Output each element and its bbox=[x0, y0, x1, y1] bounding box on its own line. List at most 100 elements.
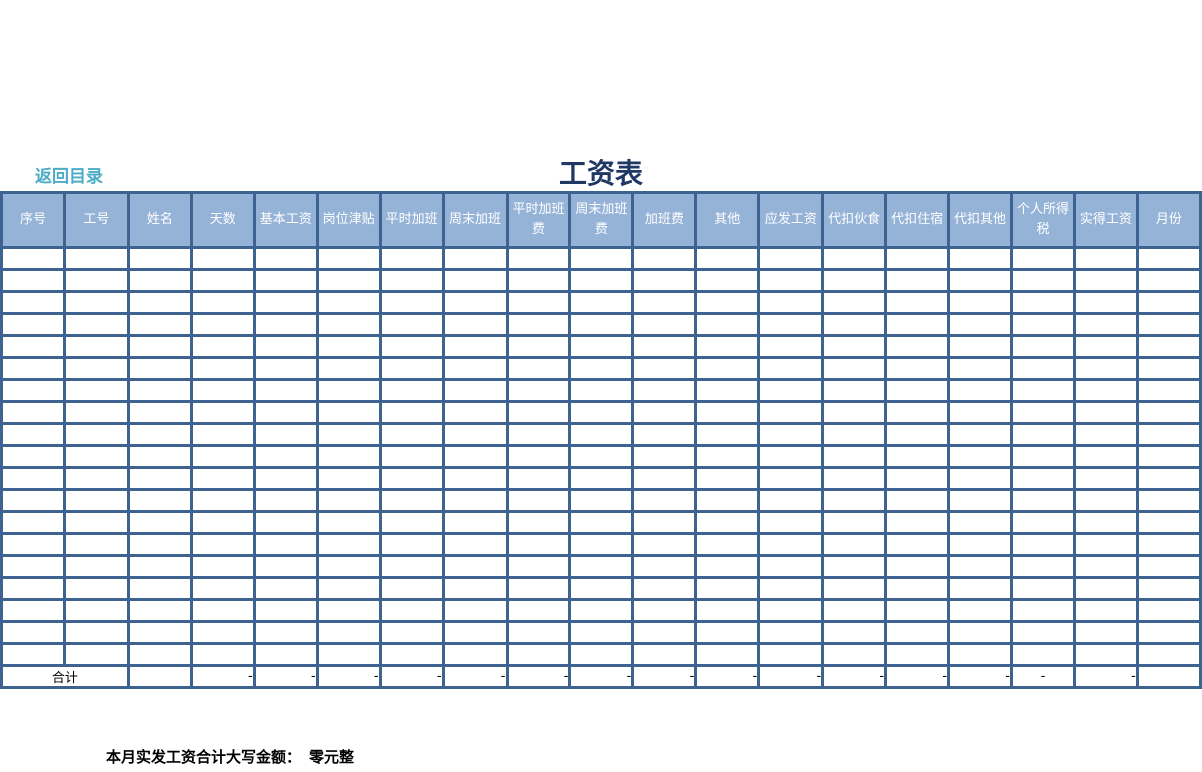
table-cell[interactable] bbox=[505, 510, 572, 535]
table-cell[interactable] bbox=[821, 576, 888, 601]
table-cell[interactable] bbox=[1010, 378, 1076, 403]
table-cell[interactable] bbox=[315, 400, 382, 425]
table-cell[interactable] bbox=[568, 356, 635, 381]
table-cell[interactable] bbox=[1135, 444, 1202, 469]
table-cell[interactable] bbox=[757, 290, 825, 315]
table-cell[interactable] bbox=[441, 422, 509, 447]
table-cell[interactable] bbox=[947, 510, 1013, 535]
table-cell[interactable] bbox=[0, 246, 66, 271]
table-cell[interactable] bbox=[757, 466, 825, 491]
table-cell[interactable] bbox=[441, 378, 509, 403]
table-cell[interactable] bbox=[252, 444, 319, 469]
table-cell[interactable] bbox=[1072, 598, 1139, 623]
table-cell[interactable] bbox=[252, 510, 319, 535]
table-cell[interactable] bbox=[315, 334, 382, 359]
table-cell[interactable] bbox=[631, 620, 698, 645]
table-cell[interactable] bbox=[1135, 576, 1202, 601]
table-cell[interactable] bbox=[1135, 510, 1202, 535]
table-cell[interactable] bbox=[0, 510, 66, 535]
table-cell[interactable] bbox=[378, 268, 445, 293]
table-cell[interactable] bbox=[1135, 246, 1202, 271]
table-cell[interactable] bbox=[1010, 598, 1076, 623]
table-cell[interactable] bbox=[315, 268, 382, 293]
table-cell[interactable] bbox=[189, 334, 256, 359]
table-cell[interactable] bbox=[947, 400, 1013, 425]
table-cell[interactable] bbox=[1010, 268, 1076, 293]
table-cell[interactable] bbox=[441, 268, 509, 293]
table-cell[interactable] bbox=[884, 290, 951, 315]
table-cell[interactable] bbox=[631, 422, 698, 447]
total-cell[interactable]: - bbox=[505, 664, 572, 689]
table-cell[interactable] bbox=[189, 554, 256, 579]
table-cell[interactable] bbox=[631, 598, 698, 623]
table-cell[interactable] bbox=[62, 576, 130, 601]
table-cell[interactable] bbox=[252, 312, 319, 337]
table-cell[interactable] bbox=[378, 554, 445, 579]
table-cell[interactable] bbox=[0, 312, 66, 337]
table-cell[interactable] bbox=[631, 268, 698, 293]
table-cell[interactable] bbox=[1072, 510, 1139, 535]
table-cell[interactable] bbox=[947, 246, 1013, 271]
table-cell[interactable] bbox=[631, 510, 698, 535]
table-cell[interactable] bbox=[378, 598, 445, 623]
table-cell[interactable] bbox=[694, 334, 761, 359]
table-cell[interactable] bbox=[126, 620, 193, 645]
table-cell[interactable] bbox=[315, 290, 382, 315]
table-cell[interactable] bbox=[1010, 554, 1076, 579]
table-cell[interactable] bbox=[505, 334, 572, 359]
table-cell[interactable] bbox=[1010, 290, 1076, 315]
table-cell[interactable] bbox=[62, 554, 130, 579]
table-cell[interactable] bbox=[378, 334, 445, 359]
table-cell[interactable] bbox=[378, 510, 445, 535]
table-cell[interactable] bbox=[694, 510, 761, 535]
table-cell[interactable] bbox=[631, 576, 698, 601]
table-cell[interactable] bbox=[694, 444, 761, 469]
table-cell[interactable] bbox=[0, 378, 66, 403]
table-cell[interactable] bbox=[62, 642, 130, 667]
table-cell[interactable] bbox=[62, 620, 130, 645]
table-cell[interactable] bbox=[884, 356, 951, 381]
table-cell[interactable] bbox=[0, 620, 66, 645]
table-cell[interactable] bbox=[378, 290, 445, 315]
table-cell[interactable] bbox=[884, 576, 951, 601]
table-cell[interactable] bbox=[505, 444, 572, 469]
table-cell[interactable] bbox=[62, 334, 130, 359]
table-cell[interactable] bbox=[441, 444, 509, 469]
table-cell[interactable] bbox=[252, 246, 319, 271]
table-cell[interactable] bbox=[884, 466, 951, 491]
table-cell[interactable] bbox=[252, 422, 319, 447]
table-cell[interactable] bbox=[505, 400, 572, 425]
table-cell[interactable] bbox=[62, 400, 130, 425]
table-cell[interactable] bbox=[0, 334, 66, 359]
table-cell[interactable] bbox=[315, 312, 382, 337]
table-cell[interactable] bbox=[1072, 466, 1139, 491]
table-cell[interactable] bbox=[757, 422, 825, 447]
table-cell[interactable] bbox=[189, 246, 256, 271]
column-header[interactable]: 周末加班 bbox=[441, 191, 509, 249]
table-cell[interactable] bbox=[821, 466, 888, 491]
table-cell[interactable] bbox=[694, 290, 761, 315]
table-cell[interactable] bbox=[1010, 444, 1076, 469]
table-cell[interactable] bbox=[694, 642, 761, 667]
table-cell[interactable] bbox=[1072, 334, 1139, 359]
table-cell[interactable] bbox=[568, 554, 635, 579]
table-cell[interactable] bbox=[378, 422, 445, 447]
table-cell[interactable] bbox=[821, 444, 888, 469]
table-cell[interactable] bbox=[1072, 356, 1139, 381]
table-cell[interactable] bbox=[821, 554, 888, 579]
table-cell[interactable] bbox=[252, 466, 319, 491]
table-cell[interactable] bbox=[757, 312, 825, 337]
table-cell[interactable] bbox=[568, 576, 635, 601]
table-cell[interactable] bbox=[505, 620, 572, 645]
table-cell[interactable] bbox=[1010, 422, 1076, 447]
table-cell[interactable] bbox=[441, 554, 509, 579]
table-cell[interactable] bbox=[694, 400, 761, 425]
table-cell[interactable] bbox=[757, 378, 825, 403]
table-cell[interactable] bbox=[378, 620, 445, 645]
table-cell[interactable] bbox=[947, 290, 1013, 315]
table-cell[interactable] bbox=[821, 356, 888, 381]
table-cell[interactable] bbox=[821, 510, 888, 535]
table-cell[interactable] bbox=[315, 466, 382, 491]
table-cell[interactable] bbox=[568, 444, 635, 469]
table-cell[interactable] bbox=[505, 268, 572, 293]
